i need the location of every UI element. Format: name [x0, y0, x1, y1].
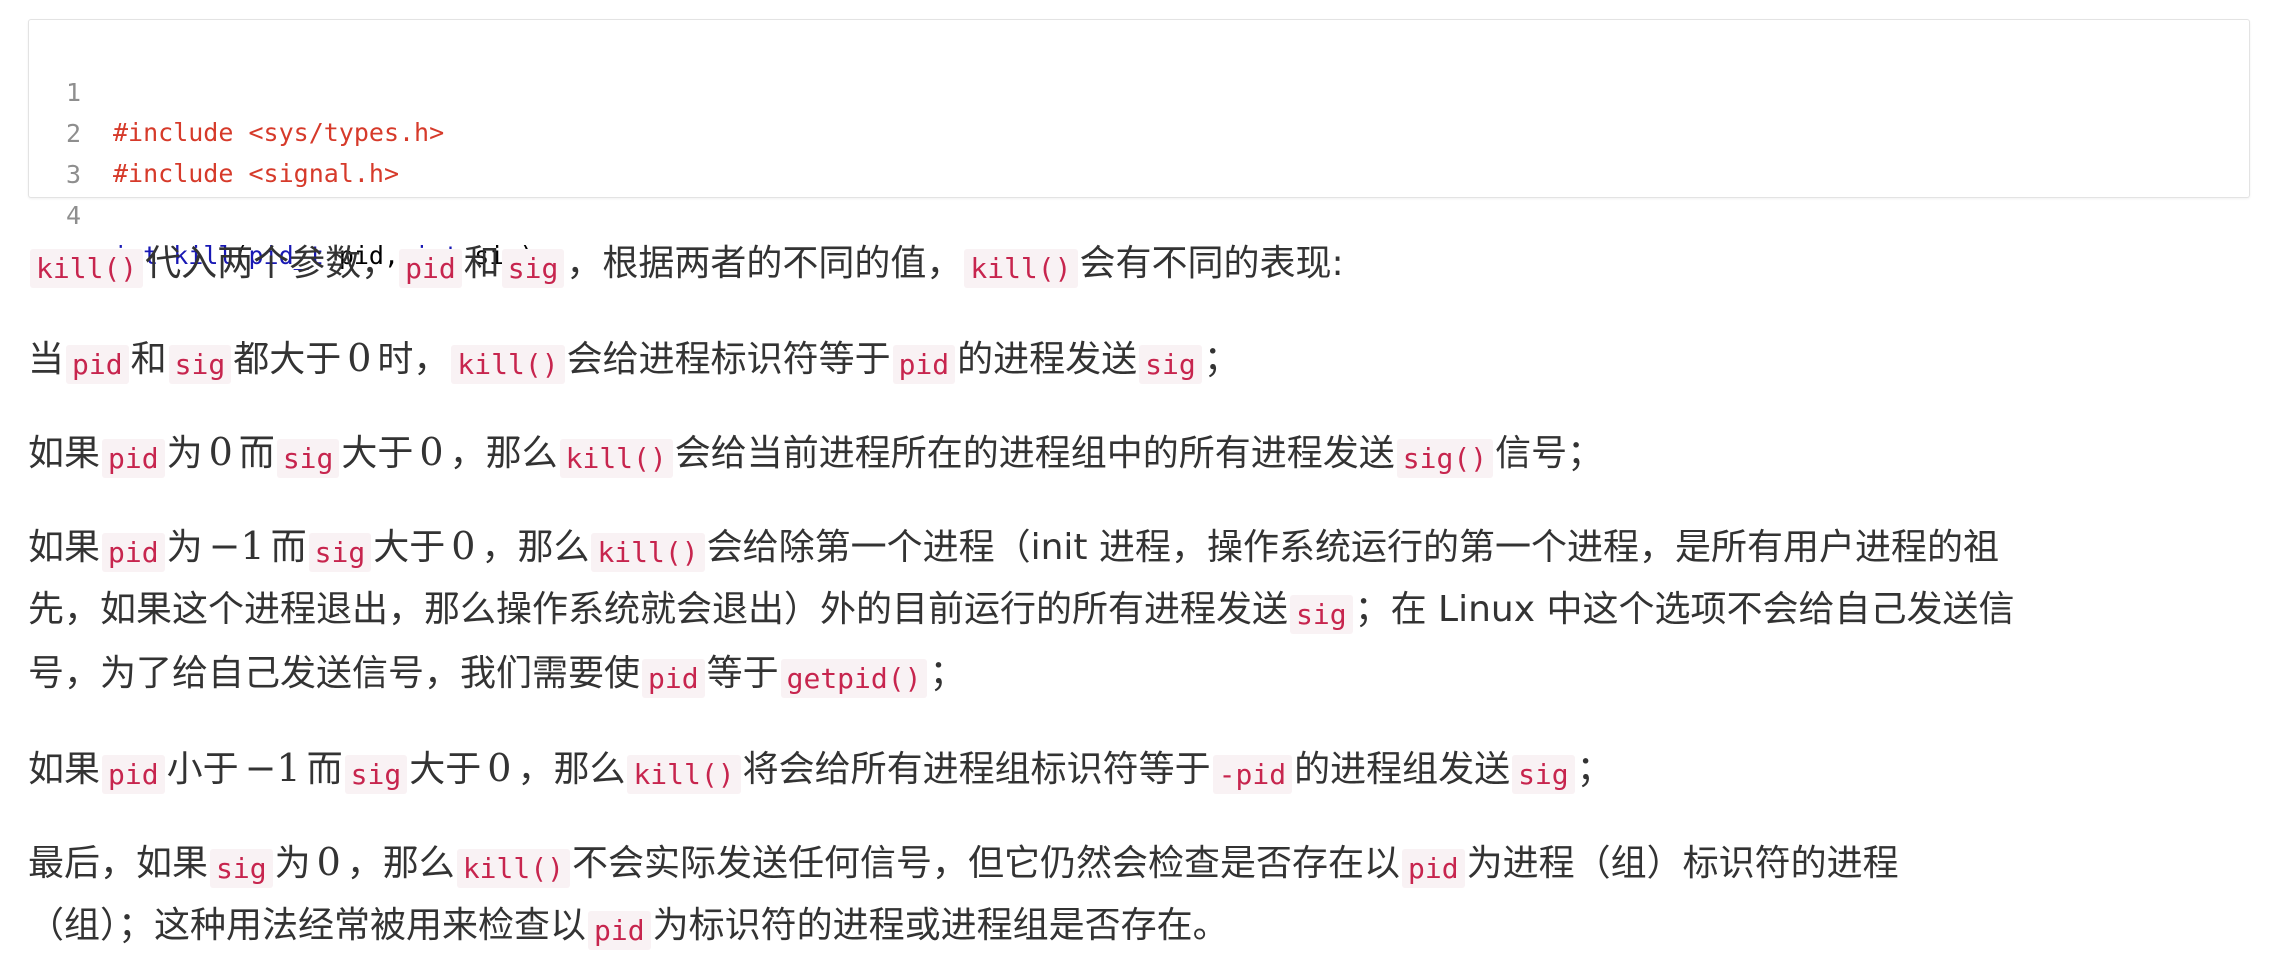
text-run: 小于: [166, 749, 239, 790]
inline-code: sig: [1290, 595, 1353, 634]
inline-code: pid: [642, 659, 705, 698]
text-run: 都大于: [233, 339, 342, 380]
text-run: 等于: [706, 653, 779, 694]
inline-code: pid: [66, 345, 129, 384]
inline-code: sig(): [1396, 439, 1494, 478]
text-run: 而: [306, 749, 343, 790]
text-run: 的进程组发送: [1294, 749, 1511, 790]
text-run: ；: [1576, 749, 1613, 790]
text-run: ，那么: [346, 843, 455, 884]
text-run: 会有不同的表现:: [1079, 243, 1344, 284]
paragraph-case-minus-one-line-3: 号，为了给自己发送信号，我们需要使 pid 等于 getpid()；: [28, 642, 2250, 708]
text-run: 为标识符的进程或进程组是否存在。: [652, 905, 1229, 946]
text-run: （组）；这种用法经常被用来检查以: [28, 905, 587, 946]
text-run: 代入两个参数，: [145, 243, 398, 284]
paragraph-case-zero-sig: 最后，如果 sig 为 0 ，那么 kill() 不会实际发送任何信号，但它仍然会检查是否存…: [28, 830, 2250, 898]
text-run: 最后，如果: [28, 843, 209, 884]
text-run: 会给进程标识符等于: [566, 339, 891, 380]
text-run: 而: [270, 527, 307, 568]
inline-code: pid: [588, 911, 651, 950]
text-run: 会给当前进程所在的进程组中的所有进程发送: [674, 433, 1395, 474]
text-run: 而: [238, 433, 275, 474]
inline-code: kill(): [559, 439, 673, 478]
text-run: 如果: [28, 749, 101, 790]
inline-code: sig: [276, 439, 340, 478]
code-line: 3: [29, 115, 2249, 189]
text-run: 号，为了给自己发送信号，我们需要使: [28, 653, 641, 694]
text-run: 为: [274, 843, 311, 884]
text-run: 信号；: [1495, 433, 1604, 474]
math-number: 0: [208, 430, 233, 474]
paragraph-case-minus-one-line-2: 先，如果这个进程退出，那么操作系统就会退出）外的目前运行的所有进程发送 sig ；在…: [28, 578, 2250, 644]
text-run: 大于: [409, 749, 482, 790]
text-run: 的进程发送: [957, 339, 1138, 380]
inline-code: kill(): [627, 755, 741, 794]
text-run: 为: [166, 433, 203, 474]
text-run: 将会给所有进程组标识符等于: [742, 749, 1211, 790]
paragraph-case-zero-pid: 如果 pid 为 0 而 sig 大于 0 ，那么 kill() 会给当前进程所在的进程组中的所有进…: [28, 420, 2250, 488]
inline-code: pid: [399, 249, 462, 288]
inline-code: kill(): [591, 533, 705, 572]
paragraph-case-minus-one: 如果 pid 为 −1 而 sig 大于 0 ，那么 kill() 会给除第一个进程（init 进程…: [28, 514, 2250, 582]
text-run: 不会实际发送任何信号，但它仍然会检查是否存在以: [571, 843, 1400, 884]
inline-code: pid: [1401, 849, 1465, 888]
code-block: 1 #include <sys/types.h> 2 #include <sig…: [28, 19, 2250, 270]
paragraph-intro: kill() 代入两个参数， pid 和 sig ，根据两者的不同的值， kill() 会有不…: [28, 232, 2250, 298]
code-line: 1 #include <sys/types.h>: [29, 33, 2249, 147]
text-run: 大于: [341, 433, 414, 474]
math-number: −1: [208, 524, 265, 568]
math-number: 0: [347, 336, 372, 380]
inline-code: sig: [210, 849, 273, 888]
math-number: 0: [451, 524, 476, 568]
text-run: 大于: [373, 527, 446, 568]
text-run: ，根据两者的不同的值，: [566, 243, 963, 284]
inline-code: sig: [1512, 755, 1575, 794]
paragraph-case-zero-sig-line-2: （组）；这种用法经常被用来检查以 pid 为标识符的进程或进程组是否存在。: [28, 894, 2250, 960]
text-run: 和: [463, 243, 500, 284]
inline-code: kill(): [964, 249, 1078, 288]
inline-code: kill(): [30, 249, 144, 288]
inline-code: pid: [102, 533, 165, 572]
text-run: 会给除第一个进程（init 进程，操作系统运行的第一个进程，是所有用户进程的祖: [706, 527, 1999, 568]
inline-code: pid: [892, 345, 956, 384]
code-line: 2 #include <signal.h>: [29, 74, 2249, 188]
text-run: ，那么: [481, 527, 590, 568]
code-line: 4 int kill(pid_t pid, int sig);: [29, 156, 2249, 270]
inline-code: -pid: [1212, 755, 1293, 794]
math-number: −1: [244, 746, 301, 790]
text-run: 为进程（组）标识符的进程: [1466, 843, 1899, 884]
text-run: 当: [28, 339, 65, 380]
inline-code: sig: [168, 345, 232, 384]
paragraph-case-positive: 当 pid 和 sig 都大于 0 时， kill() 会给进程标识符等于 pid 的进程发送 sig…: [28, 326, 2250, 394]
inline-code: sig: [501, 249, 565, 288]
inline-code: sig: [1139, 345, 1202, 384]
inline-code: sig: [308, 533, 372, 572]
math-number: 0: [316, 840, 341, 884]
text-run: 和: [130, 339, 167, 380]
math-number: 0: [487, 746, 512, 790]
text-run: ；在 Linux 中这个选项不会给自己发送信: [1354, 589, 2015, 630]
inline-code: pid: [102, 755, 165, 794]
text-run: ，那么: [517, 749, 626, 790]
text-run: 先，如果这个进程退出，那么操作系统就会退出）外的目前运行的所有进程发送: [28, 589, 1289, 630]
text-run: 如果: [28, 527, 101, 568]
math-number: 0: [419, 430, 444, 474]
text-run: ；: [1203, 339, 1240, 380]
text-run: 时，: [377, 339, 450, 380]
inline-code: getpid(): [780, 659, 928, 698]
line-number: 4: [65, 201, 81, 230]
text-run: 为: [166, 527, 203, 568]
inline-code: sig: [344, 755, 408, 794]
inline-code: pid: [102, 439, 165, 478]
inline-code: kill(): [451, 345, 565, 384]
inline-code: kill(): [456, 849, 570, 888]
paragraph-case-negative-pid: 如果 pid 小于 −1 而 sig 大于 0 ，那么 kill() 将会给所有进程组标识符等于 -p…: [28, 736, 2250, 804]
text-run: ；: [929, 653, 966, 694]
text-run: 如果: [28, 433, 101, 474]
text-run: ，那么: [449, 433, 558, 474]
